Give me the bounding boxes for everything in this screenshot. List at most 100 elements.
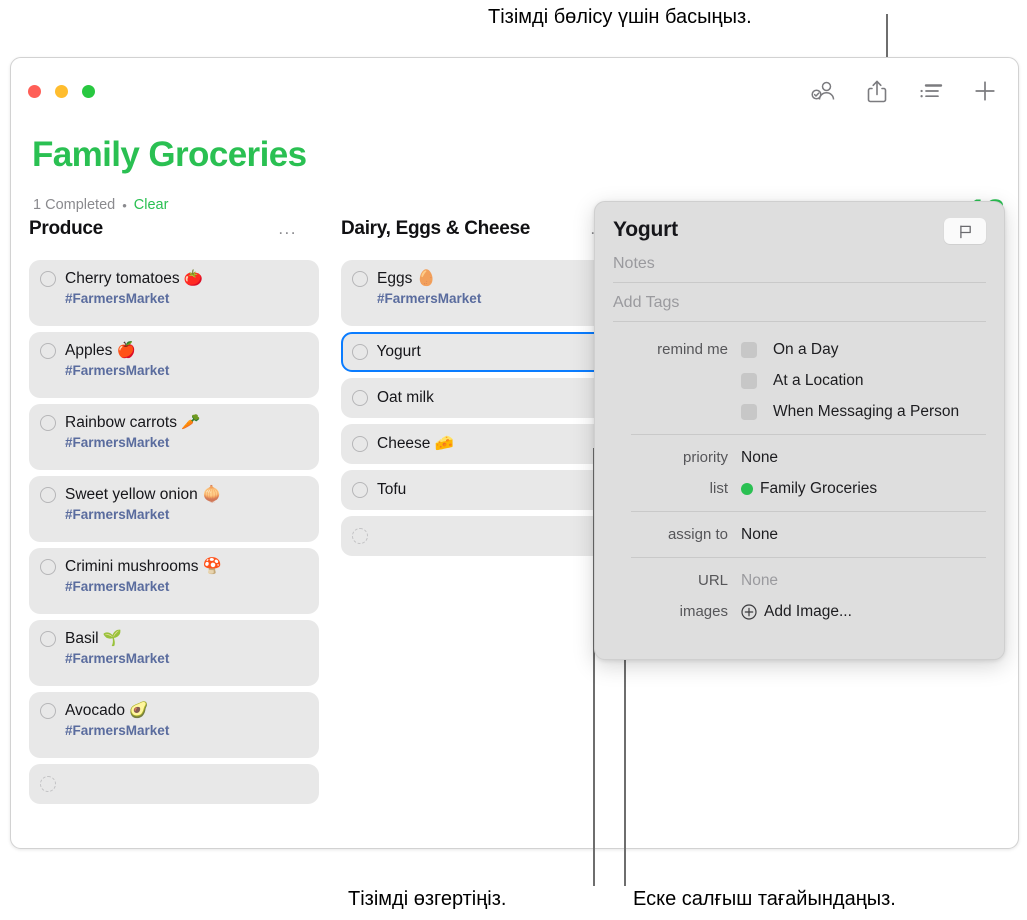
list-value-label: Family Groceries <box>760 479 878 497</box>
checkbox[interactable] <box>741 341 757 358</box>
callout-top-text: Тізімді бөлісу үшін басыңыз. <box>488 6 752 28</box>
minimize-button[interactable] <box>55 85 68 98</box>
plus-circle-icon <box>741 603 757 620</box>
list-item-tag[interactable]: #FarmersMarket <box>65 579 307 595</box>
list-item[interactable]: Eggs 🥚 #FarmersMarket <box>341 260 631 326</box>
complete-checkbox[interactable] <box>351 343 368 360</box>
share-icon[interactable] <box>864 78 890 104</box>
list-view-icon[interactable] <box>918 78 944 104</box>
list-item-body: Apples 🍎 #FarmersMarket <box>65 341 307 379</box>
new-item-placeholder[interactable] <box>341 516 631 556</box>
priority-label: priority <box>682 449 728 466</box>
list-item-selected[interactable]: Yogurt <box>341 332 631 372</box>
complete-checkbox[interactable] <box>40 487 56 503</box>
popover-header: Yogurt <box>613 218 986 252</box>
complete-checkbox[interactable] <box>40 343 56 359</box>
list-item-tag[interactable]: #FarmersMarket <box>65 291 307 307</box>
list-item-tag[interactable]: #FarmersMarket <box>65 435 307 451</box>
list-item[interactable]: Sweet yellow onion 🧅 #FarmersMarket <box>29 476 319 542</box>
tags-field[interactable]: Add Tags <box>613 283 986 322</box>
list-item-tag[interactable]: #FarmersMarket <box>65 363 307 379</box>
url-value[interactable]: None <box>741 572 778 590</box>
checkbox[interactable] <box>741 372 757 389</box>
complete-checkbox[interactable] <box>40 559 56 575</box>
list-item[interactable]: Oat milk <box>341 378 631 418</box>
remind-on-a-day-option[interactable]: On a Day <box>741 341 838 359</box>
url-label: URL <box>697 572 728 589</box>
remind-option-label: At a Location <box>773 371 864 389</box>
remind-when-messaging-option[interactable]: When Messaging a Person <box>741 403 959 421</box>
complete-checkbox[interactable] <box>40 271 56 287</box>
remind-at-a-location-option[interactable]: At a Location <box>741 372 863 390</box>
list-item-tag[interactable]: #FarmersMarket <box>65 507 307 523</box>
list-item-body: Tofu <box>377 480 619 499</box>
add-icon[interactable] <box>972 78 998 104</box>
assign-to-label: assign to <box>667 526 728 543</box>
list-item[interactable]: Rainbow carrots 🥕 #FarmersMarket <box>29 404 319 470</box>
reminder-details-popover: Yogurt Notes Add Tags remind me On a Day <box>594 201 1005 660</box>
zoom-button[interactable] <box>82 85 95 98</box>
complete-checkbox[interactable] <box>352 389 368 406</box>
list-item[interactable]: Apples 🍎 #FarmersMarket <box>29 332 319 398</box>
list-item-body: Cheese 🧀 <box>377 434 619 453</box>
flag-icon[interactable] <box>944 218 986 244</box>
priority-value[interactable]: None <box>741 449 778 467</box>
list-item-tag[interactable]: #FarmersMarket <box>65 723 307 739</box>
column-header: Produce ... <box>29 218 319 250</box>
assign-to-row: assign to None <box>613 519 986 550</box>
complete-checkbox[interactable] <box>352 271 368 287</box>
callout-bottom-left-text: Тізімді өзгертіңіз. <box>348 888 507 910</box>
complete-checkbox[interactable] <box>40 703 56 719</box>
assign-to-value[interactable]: None <box>741 526 778 544</box>
list-value[interactable]: Family Groceries <box>741 480 877 498</box>
column-items: Cherry tomatoes 🍅 #FarmersMarket Apples … <box>29 260 319 804</box>
list-item-tag[interactable]: #FarmersMarket <box>65 651 307 667</box>
list-item[interactable]: Avocado 🥑 #FarmersMarket <box>29 692 319 758</box>
list-item[interactable]: Cherry tomatoes 🍅 #FarmersMarket <box>29 260 319 326</box>
column-dairy-eggs-cheese: Dairy, Eggs & Cheese ... Eggs 🥚 #Farmers… <box>341 218 631 810</box>
list-item[interactable]: Tofu <box>341 470 631 510</box>
reminders-window: Family Groceries 1 Completed • Clear Pro… <box>10 57 1019 849</box>
clear-button[interactable]: Clear <box>134 197 169 213</box>
images-row: images Add Image... <box>613 596 986 627</box>
complete-checkbox[interactable] <box>40 631 56 647</box>
completed-count: 1 Completed <box>33 197 116 213</box>
popover-title: Yogurt <box>613 218 678 241</box>
close-button[interactable] <box>28 85 41 98</box>
list-color-dot-icon <box>741 482 753 495</box>
complete-checkbox[interactable] <box>352 481 368 498</box>
list-item-label: Cheese 🧀 <box>377 435 455 452</box>
complete-checkbox[interactable] <box>40 775 56 792</box>
list-item-body: Crimini mushrooms 🍄 #FarmersMarket <box>65 557 307 595</box>
list-item-label: Avocado 🥑 <box>65 702 149 719</box>
remind-option-label: On a Day <box>773 340 839 358</box>
checkbox[interactable] <box>741 403 757 420</box>
list-item-label: Rainbow carrots 🥕 <box>65 414 201 431</box>
complete-checkbox[interactable] <box>352 435 368 452</box>
notes-field[interactable]: Notes <box>613 252 986 283</box>
window-titlebar <box>11 58 1018 130</box>
add-image-button[interactable]: Add Image... <box>741 603 852 621</box>
list-item[interactable]: Crimini mushrooms 🍄 #FarmersMarket <box>29 548 319 614</box>
column-menu-icon[interactable]: ... <box>278 220 297 237</box>
list-item[interactable]: Cheese 🧀 <box>341 424 631 464</box>
list-item-label: Eggs 🥚 <box>377 270 436 287</box>
list-item-body: Cherry tomatoes 🍅 #FarmersMarket <box>65 269 307 307</box>
assigned-reminders-icon[interactable] <box>810 78 836 104</box>
complete-checkbox[interactable] <box>352 527 368 544</box>
status-separator: • <box>122 197 127 213</box>
list-item-body: Rainbow carrots 🥕 #FarmersMarket <box>65 413 307 451</box>
divider <box>631 511 986 512</box>
column-title: Produce <box>29 218 103 239</box>
priority-row: priority None <box>613 442 986 473</box>
list-status-bar: 1 Completed • Clear <box>33 197 168 213</box>
remind-me-row-at-a-location: At a Location <box>613 365 986 396</box>
new-item-placeholder[interactable] <box>29 764 319 804</box>
complete-checkbox[interactable] <box>40 415 56 431</box>
list-item[interactable]: Basil 🌱 #FarmersMarket <box>29 620 319 686</box>
list-item-tag[interactable]: #FarmersMarket <box>377 291 619 307</box>
list-item-body: Avocado 🥑 #FarmersMarket <box>65 701 307 739</box>
list-label: list <box>709 480 728 497</box>
list-item-body: Sweet yellow onion 🧅 #FarmersMarket <box>65 485 307 523</box>
list-item-body: Eggs 🥚 #FarmersMarket <box>377 269 619 307</box>
